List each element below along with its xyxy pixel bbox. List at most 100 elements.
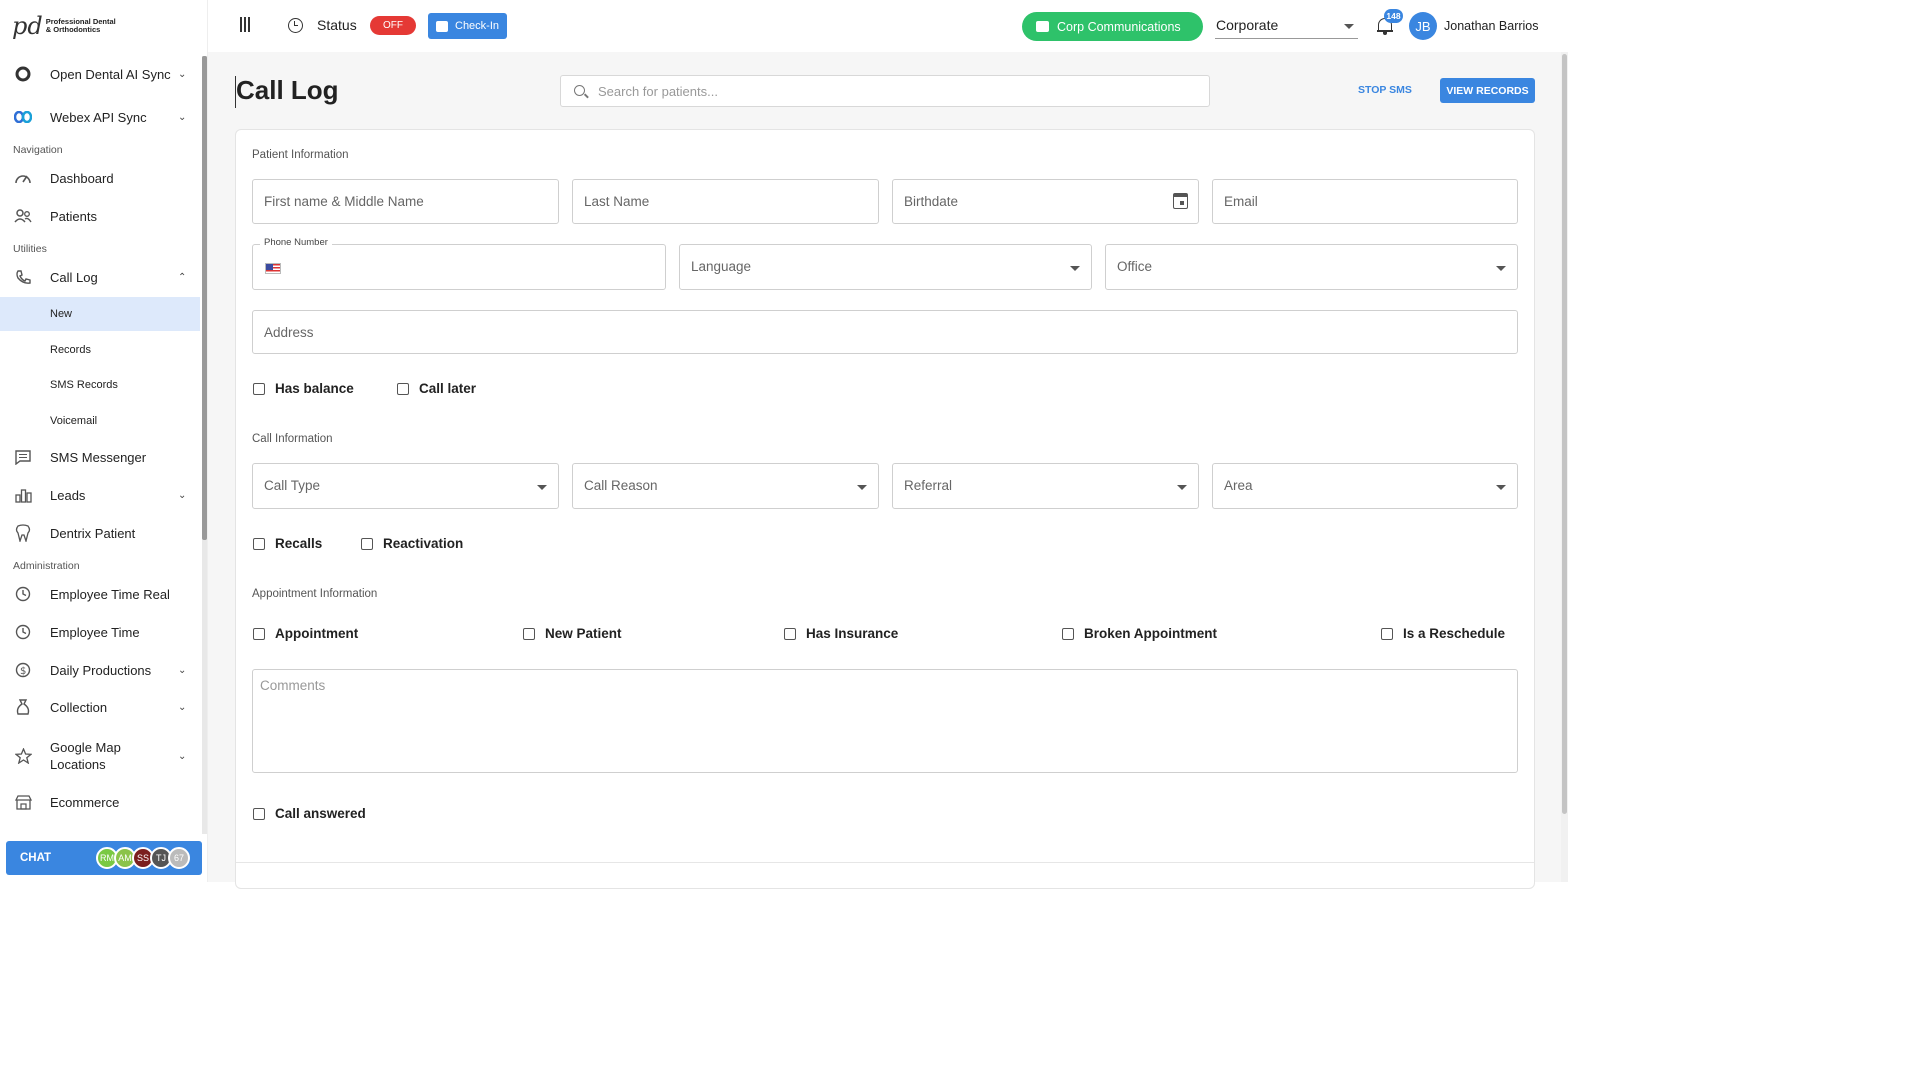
chevron-down-icon: ⌄ [178,664,187,676]
search-input[interactable] [598,76,1198,106]
avatar-more[interactable]: 67 [168,847,190,869]
sidebar-item-label: Google Map Locations [50,740,121,772]
chat-label: CHAT [20,852,52,864]
sidebar-item-label: Collection [50,699,108,715]
checkbox-box[interactable] [397,382,409,395]
call-later-checkbox[interactable]: Call later [397,381,476,396]
checkbox-box[interactable] [253,537,265,550]
email-field[interactable]: Email [1212,179,1518,224]
sidebar-item-daily-productions[interactable]: $ Daily Productions ⌄ [0,652,200,688]
sidebar-item-leads[interactable]: Leads ⌄ [0,477,200,513]
sidebar-item-ecommerce[interactable]: Ecommerce [0,784,200,820]
sidebar-subitem-voicemail[interactable]: Voicemail [0,404,200,438]
status-toggle[interactable]: OFF [370,16,416,35]
clock-icon [14,585,32,603]
comments-field[interactable] [252,669,1518,773]
svg-text:$: $ [20,666,26,677]
sidebar: pd Professional Dental & Orthodontics Op… [0,0,208,882]
menu-toggle-button[interactable] [238,16,252,34]
call-answered-checkbox[interactable]: Call answered [253,806,366,821]
recalls-checkbox[interactable]: Recalls [253,536,322,551]
page-scrollbar[interactable] [1561,52,1568,882]
field-placeholder: Referral [904,478,953,493]
user-name[interactable]: Jonathan Barrios [1444,19,1539,33]
call-reason-select[interactable]: Call Reason [572,463,879,509]
first-name-field[interactable]: First name & Middle Name [252,179,559,224]
chevron-down-icon: ⌄ [178,111,187,123]
sidebar-item-label: Daily Productions [50,662,152,678]
sidebar-item-dentrix-patient[interactable]: Dentrix Patient [0,515,200,551]
checkbox-label: Call answered [275,806,366,821]
section-utilities: Utilities [13,243,47,255]
section-administration: Administration [13,560,80,572]
us-flag-icon[interactable] [265,263,281,274]
sidebar-item-label: SMS Messenger [50,449,147,465]
checkbox-box[interactable] [253,807,265,820]
office-field-select[interactable]: Office [1105,244,1518,290]
checkbox-label: Has balance [275,381,354,396]
sidebar-item-webex-api-sync[interactable]: Webex API Sync ⌄ [0,99,200,135]
sidebar-item-patients[interactable]: Patients [0,198,200,234]
address-field[interactable]: Address [252,310,1518,354]
stop-sms-button[interactable]: STOP SMS [1358,84,1412,96]
birthdate-field[interactable]: Birthdate [892,179,1199,224]
office-select[interactable]: Corporate [1215,13,1358,39]
sidebar-item-sms-messenger[interactable]: SMS Messenger [0,439,200,475]
sidebar-item-google-map-locations[interactable]: Google Map Locations ⌄ [0,737,200,775]
sidebar-subitem-new[interactable]: New [0,297,200,331]
page-scroll-thumb[interactable] [1562,54,1567,814]
sidebar-item-call-log[interactable]: Call Log ⌃ [0,259,200,295]
calendar-icon[interactable] [1173,193,1188,209]
has-balance-checkbox[interactable]: Has balance [253,381,354,396]
phone-icon [14,268,32,286]
sidebar-item-label: Employee Time Real [50,586,170,602]
checkbox-label: Reactivation [383,536,464,551]
new-patient-checkbox[interactable]: New Patient [523,626,622,641]
sidebar-scroll-thumb[interactable] [202,56,207,540]
sidebar-item-open-dental-ai-sync[interactable]: Open Dental AI Sync ⌄ [0,56,200,92]
call-type-select[interactable]: Call Type [252,463,559,509]
comments-textarea[interactable] [260,678,1510,768]
checkbox-box[interactable] [253,382,265,395]
checkbox-box[interactable] [1062,627,1074,640]
store-icon [14,793,32,811]
phone-number-field[interactable]: Phone Number [252,237,666,290]
patient-search[interactable] [560,75,1210,107]
check-in-button[interactable]: Check-In [428,13,507,39]
sidebar-subitem-sms-records[interactable]: SMS Records [0,368,200,402]
last-name-field[interactable]: Last Name [572,179,879,224]
is-reschedule-checkbox[interactable]: Is a Reschedule [1381,626,1505,641]
sidebar-item-collection[interactable]: Collection ⌄ [0,689,200,725]
sidebar-item-employee-time[interactable]: Employee Time [0,614,200,650]
sidebar-item-label: Dashboard [50,170,114,186]
sidebar-item-dashboard[interactable]: Dashboard [0,160,200,196]
sidebar-subitem-label: SMS Records [50,379,118,391]
sidebar-scrollbar[interactable] [202,56,207,834]
language-select[interactable]: Language [679,244,1092,290]
phone-number-label: Phone Number [260,237,332,248]
mail-icon [1036,21,1049,32]
checkbox-box[interactable] [1381,627,1393,640]
chat-bar[interactable]: CHAT RM AM SS TJ 67 [6,841,202,875]
checkbox-label: Appointment [275,626,359,641]
referral-select[interactable]: Referral [892,463,1199,509]
appointment-checkbox[interactable]: Appointment [253,626,358,641]
sidebar-item-employee-time-real[interactable]: Employee Time Real [0,576,200,612]
field-placeholder: Area [1224,478,1253,493]
checkbox-box[interactable] [523,627,535,640]
has-insurance-checkbox[interactable]: Has Insurance [784,626,898,641]
checkbox-box[interactable] [253,627,265,640]
reactivation-checkbox[interactable]: Reactivation [361,536,463,551]
dropdown-arrow-icon [1177,485,1187,490]
user-avatar[interactable]: JB [1409,12,1437,40]
broken-appointment-checkbox[interactable]: Broken Appointment [1062,626,1217,641]
sidebar-item-label: Leads [50,487,86,503]
checkbox-box[interactable] [784,627,796,640]
corp-communications-button[interactable]: Corp Communications [1022,12,1203,41]
sidebar-subitem-records[interactable]: Records [0,333,200,367]
checkbox-box[interactable] [361,537,373,550]
view-records-button[interactable]: VIEW RECORDS [1440,78,1535,103]
field-placeholder: Call Reason [584,478,658,493]
area-select[interactable]: Area [1212,463,1518,509]
logo[interactable]: pd Professional Dental & Orthodontics [12,12,116,40]
